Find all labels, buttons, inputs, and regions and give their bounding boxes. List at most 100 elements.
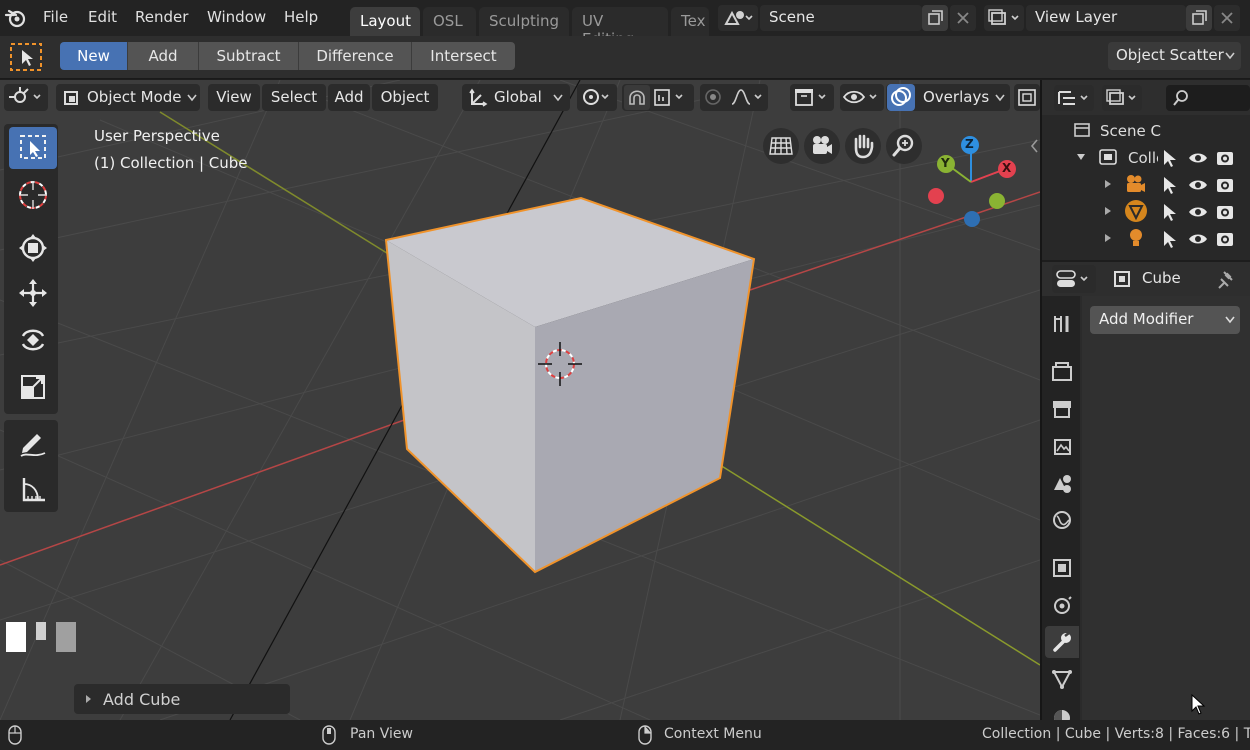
- overlays-dropdown[interactable]: Overlays: [886, 84, 1010, 111]
- gizmo-visibility-dropdown[interactable]: [840, 84, 884, 111]
- collection-restrict-toggles[interactable]: [1158, 146, 1250, 170]
- transform-orientation-dropdown[interactable]: Global: [462, 84, 570, 111]
- mouse-pointer-icon: [1191, 694, 1206, 715]
- view-menu[interactable]: View: [208, 84, 260, 111]
- cube-object[interactable]: [384, 196, 756, 574]
- scene-browse-button[interactable]: [718, 5, 758, 31]
- new-view-layer-button[interactable]: [1186, 5, 1212, 31]
- boolean-intersect-button[interactable]: Intersect: [412, 42, 515, 70]
- zoom-view-button[interactable]: [886, 128, 922, 164]
- expand-arrow-icon: [1105, 207, 1111, 215]
- select-eye-render-icons: [1164, 204, 1233, 221]
- tab-world[interactable]: [1045, 504, 1079, 536]
- duplicate-icon: [1192, 10, 1207, 25]
- outliner-search-field[interactable]: [1166, 85, 1250, 111]
- gizmo-x-label: X: [1002, 161, 1012, 175]
- tab-material[interactable]: [1045, 700, 1079, 720]
- move-tool[interactable]: [9, 272, 57, 314]
- physics-icon: [1054, 596, 1072, 614]
- tab-render[interactable]: [1045, 356, 1079, 388]
- collection-icon: [1099, 149, 1117, 165]
- menu-file[interactable]: File: [43, 8, 68, 26]
- select-box-tool[interactable]: [9, 127, 57, 169]
- status-pan-view: Pan View: [350, 726, 413, 742]
- add-modifier-dropdown[interactable]: Add Modifier: [1090, 306, 1240, 334]
- sidebar-collapse-arrow[interactable]: [1028, 137, 1040, 155]
- pin-icon[interactable]: [1216, 269, 1238, 289]
- delete-view-layer-button[interactable]: [1214, 5, 1240, 31]
- tab-texture-paint[interactable]: Tex: [671, 7, 709, 36]
- boolean-add-button[interactable]: Add: [128, 42, 199, 70]
- new-scene-button[interactable]: [922, 5, 948, 31]
- scene-collection-label: Scene C: [1100, 122, 1161, 140]
- last-operator-panel[interactable]: Add Cube: [74, 684, 290, 714]
- tab-object-data[interactable]: [1045, 663, 1079, 695]
- tab-layout[interactable]: Layout: [350, 7, 420, 36]
- view-layer-name: View Layer: [1035, 8, 1118, 26]
- measure-tool[interactable]: [9, 468, 57, 510]
- tab-object[interactable]: [1045, 552, 1079, 584]
- pivot-point-dropdown[interactable]: [577, 84, 617, 111]
- tab-output[interactable]: [1045, 393, 1079, 425]
- camera-object-icon: [1127, 175, 1145, 192]
- close-icon: [1221, 12, 1233, 24]
- tab-view-layer[interactable]: [1045, 430, 1079, 462]
- tab-uv-editing[interactable]: UV Editing: [572, 7, 668, 48]
- tab-modifiers[interactable]: [1045, 626, 1079, 658]
- properties-editor-type-button[interactable]: [1052, 265, 1096, 293]
- view-layer-browse-button[interactable]: [984, 5, 1024, 31]
- light-restrict-toggles[interactable]: [1158, 227, 1250, 251]
- boolean-difference-button[interactable]: Difference: [299, 42, 412, 70]
- status-scene-stats: Collection | Cube | Verts:8 | Faces:6 | …: [982, 726, 1250, 742]
- menu-help[interactable]: Help: [284, 8, 318, 26]
- close-icon: [957, 12, 969, 24]
- object-type-visibility-dropdown[interactable]: [790, 84, 834, 111]
- object-props-icon: [1053, 559, 1071, 577]
- 3d-viewport[interactable]: User Perspective (1) Collection | Cube Z…: [0, 80, 1040, 720]
- menu-render[interactable]: Render: [135, 8, 188, 26]
- editor-type-button[interactable]: [4, 84, 48, 111]
- menu-window[interactable]: Window: [207, 8, 266, 26]
- tab-sculpting[interactable]: Sculpting: [479, 7, 569, 36]
- annotate-tool[interactable]: [9, 422, 57, 464]
- boolean-subtract-button[interactable]: Subtract: [199, 42, 299, 70]
- camera-restrict-toggles[interactable]: [1158, 173, 1250, 197]
- view-layer-field[interactable]: View Layer: [1026, 5, 1186, 31]
- add-menu[interactable]: Add: [328, 84, 370, 111]
- object-mode-dropdown[interactable]: Object Mode: [56, 84, 200, 111]
- select-menu[interactable]: Select: [262, 84, 326, 111]
- proportional-editing-controls[interactable]: [700, 84, 768, 111]
- tab-physics[interactable]: [1045, 589, 1079, 621]
- snapping-controls[interactable]: [622, 84, 694, 111]
- toggle-grid-view-button[interactable]: [763, 128, 799, 164]
- cursor-tool[interactable]: [9, 174, 57, 216]
- tab-scene[interactable]: [1045, 467, 1079, 499]
- object-menu[interactable]: Object: [372, 84, 438, 111]
- orientation-global-icon: [469, 88, 488, 107]
- camera-view-button[interactable]: [804, 128, 840, 164]
- menu-edit[interactable]: Edit: [88, 8, 117, 26]
- active-tool-select-box-icon[interactable]: [8, 40, 44, 74]
- transform-orientation-label: Global: [494, 88, 542, 106]
- viewport-editor-icon: [9, 87, 41, 103]
- xray-toggle-button[interactable]: [1014, 84, 1040, 111]
- overlays-toggle[interactable]: [887, 84, 915, 111]
- pan-view-button[interactable]: [845, 128, 881, 164]
- object-scatter-dropdown[interactable]: Object Scatter: [1108, 42, 1241, 70]
- scene-name-field[interactable]: Scene: [760, 5, 922, 31]
- outliner-row-scene-collection[interactable]: Scene C: [1042, 118, 1250, 144]
- tab-osl[interactable]: OSL: [423, 7, 476, 36]
- outliner-editor-type-button[interactable]: [1054, 85, 1094, 111]
- transform-tool[interactable]: [9, 227, 57, 269]
- properties-icon: [1056, 270, 1088, 287]
- blender-logo-icon[interactable]: [4, 6, 28, 30]
- indicator-block-2: [36, 622, 46, 640]
- display-mode-dropdown[interactable]: [1102, 85, 1142, 111]
- boolean-new-button[interactable]: New: [60, 42, 128, 70]
- scale-tool[interactable]: [9, 366, 57, 408]
- rotate-tool[interactable]: [9, 319, 57, 361]
- tab-tool[interactable]: [1045, 308, 1079, 340]
- cube-restrict-toggles[interactable]: [1158, 200, 1250, 224]
- delete-scene-button[interactable]: [950, 5, 976, 31]
- expand-arrow-icon: [1105, 234, 1111, 242]
